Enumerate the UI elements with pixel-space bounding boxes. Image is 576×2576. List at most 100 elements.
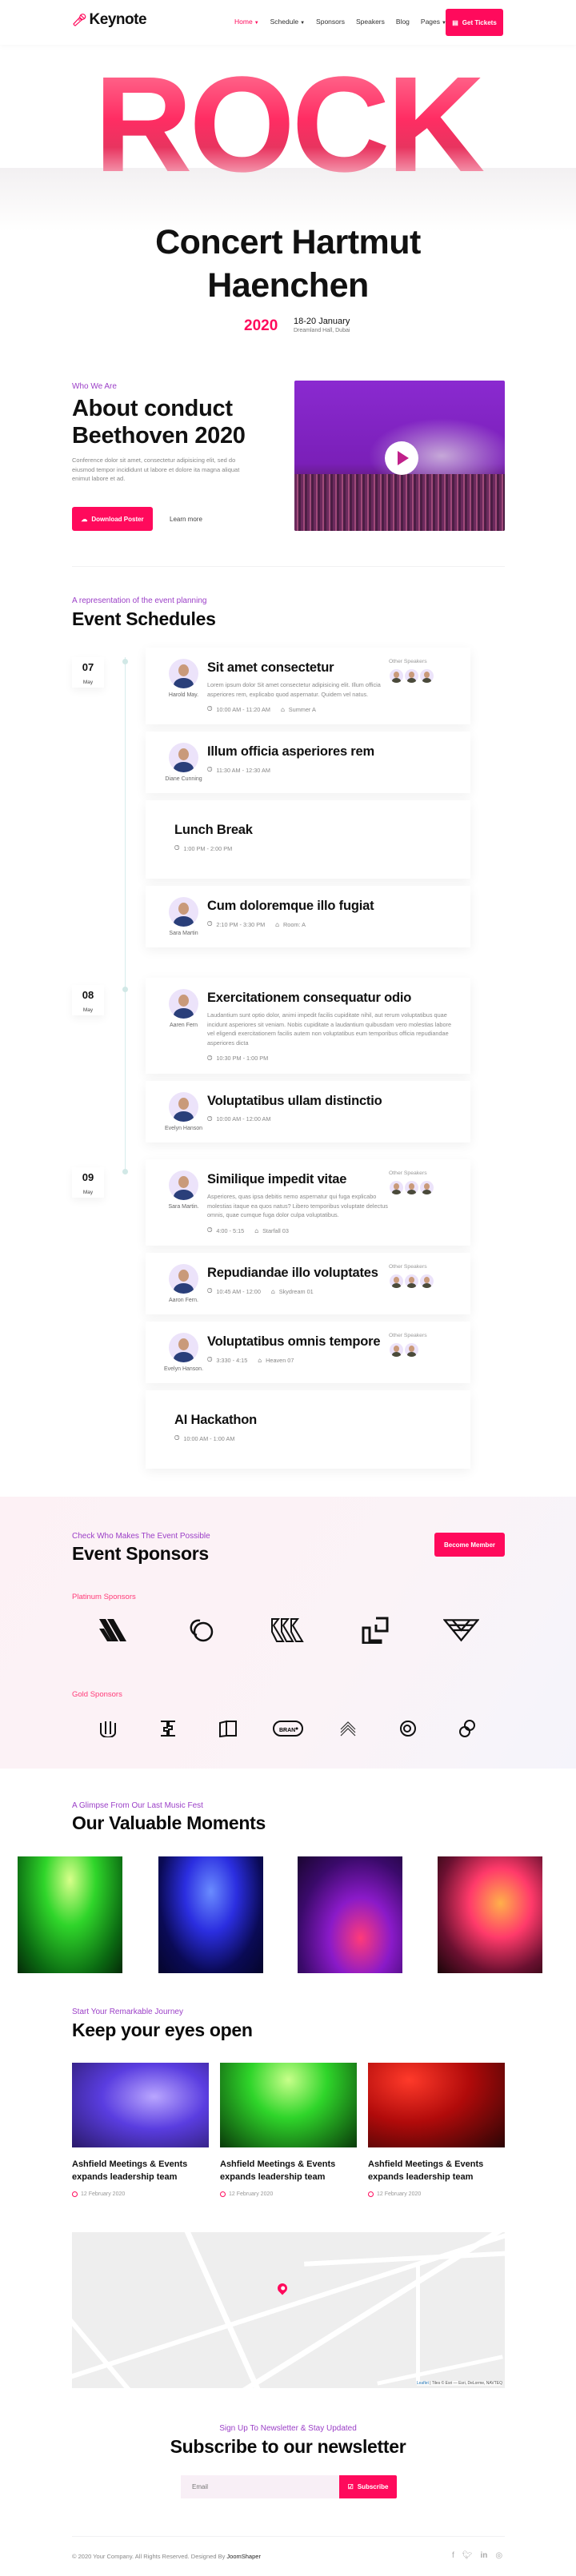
clock-icon: 🕓︎ bbox=[207, 1356, 213, 1364]
become-member-button[interactable]: Become Member bbox=[434, 1533, 505, 1557]
session-title[interactable]: AI Hackathon bbox=[174, 1413, 454, 1428]
session-title[interactable]: Illum officia asperiores rem bbox=[207, 744, 459, 760]
sponsor-logo-circles-icon[interactable] bbox=[184, 1617, 220, 1643]
speaker[interactable]: Aaron Fern. bbox=[160, 1264, 207, 1303]
designer-link[interactable]: JoomShaper bbox=[226, 2553, 261, 2560]
speaker[interactable]: Evelyn Hanson. bbox=[160, 1333, 207, 1372]
about-text: Conference dolor sit amet, consectetur a… bbox=[72, 457, 240, 482]
gold-sponsor-logos: BRAN bbox=[78, 1716, 498, 1741]
other-speaker-avatar[interactable] bbox=[390, 1181, 403, 1194]
other-speaker-avatar[interactable] bbox=[405, 1274, 418, 1289]
speaker[interactable]: Harold May. bbox=[160, 659, 207, 713]
sponsor-logo-triangles-icon[interactable] bbox=[443, 1617, 480, 1643]
schedule-card[interactable]: AI Hackathon 🕓︎ 10:00 AM - 1:00 AM bbox=[146, 1390, 470, 1469]
schedule-card[interactable]: Sara Martin Cum doloremque illo fugiat 🕓︎ 2… bbox=[146, 886, 470, 948]
gallery-image-green-lasers[interactable] bbox=[18, 1856, 122, 1973]
gallery-image-blue-lights[interactable] bbox=[158, 1856, 263, 1973]
speaker[interactable]: Evelyn Hanson bbox=[160, 1091, 207, 1131]
blog-post-title[interactable]: Ashfield Meetings & Events expands leade… bbox=[220, 2158, 357, 2183]
sponsor-logo-stripes-icon[interactable] bbox=[98, 1617, 134, 1643]
sponsor-logo-u-icon[interactable] bbox=[90, 1716, 126, 1741]
gallery-image-phone-crowd[interactable] bbox=[438, 1856, 542, 1973]
schedule-card[interactable]: Harold May. Sit amet consectetur Lorem ips… bbox=[146, 648, 470, 725]
other-speaker-avatar[interactable] bbox=[390, 1343, 403, 1358]
platinum-sponsor-logos bbox=[72, 1617, 505, 1644]
schedule-card[interactable]: Evelyn Hanson. Voluptatibus omnis tempore… bbox=[146, 1322, 470, 1384]
speaker-name: Harold May. bbox=[168, 692, 199, 698]
sponsor-logo-puzzle-icon[interactable] bbox=[150, 1716, 186, 1741]
gallery-image-dj-deck[interactable] bbox=[298, 1856, 402, 1973]
map-pin-icon[interactable] bbox=[275, 2281, 290, 2295]
speaker[interactable]: Aaren Fern bbox=[160, 989, 207, 1063]
download-poster-button[interactable]: ☁ Download Poster bbox=[72, 507, 153, 531]
twitter-icon[interactable]: 🐦︎ bbox=[462, 2551, 473, 2560]
sponsor-logo-links-icon[interactable] bbox=[450, 1716, 486, 1741]
email-input[interactable] bbox=[181, 2475, 339, 2498]
instagram-icon[interactable]: ◎ bbox=[495, 2551, 502, 2560]
speaker-avatar[interactable] bbox=[169, 1264, 198, 1294]
get-tickets-button[interactable]: ▤ Get Tickets bbox=[446, 9, 503, 36]
other-speaker-avatar[interactable] bbox=[420, 1181, 434, 1194]
session-title[interactable]: Lunch Break bbox=[174, 823, 454, 838]
sponsor-logo-ring-icon[interactable] bbox=[390, 1716, 426, 1741]
location-map[interactable]: Leaflet | Tiles © Esri — Esri, DeLorme, … bbox=[72, 2232, 505, 2388]
speaker[interactable]: Diane Cunning bbox=[160, 743, 207, 782]
other-speaker-avatar[interactable] bbox=[390, 1274, 403, 1289]
video-thumbnail[interactable] bbox=[294, 381, 505, 531]
other-speaker-avatar[interactable] bbox=[405, 1343, 418, 1358]
speaker-name: Evelyn Hanson bbox=[164, 1125, 203, 1131]
session-body: Illum officia asperiores rem 🕓︎ 11:30 AM -… bbox=[207, 743, 459, 782]
nav-item-sponsors[interactable]: Sponsors bbox=[316, 18, 345, 26]
sponsor-logo-brand-pill-icon[interactable]: BRAN bbox=[270, 1716, 306, 1741]
learn-more-link[interactable]: Learn more bbox=[170, 516, 202, 523]
schedule-card[interactable]: Diane Cunning Illum officia asperiores re… bbox=[146, 732, 470, 794]
blog-post-image[interactable] bbox=[368, 2063, 505, 2147]
speaker-avatar[interactable] bbox=[169, 989, 198, 1019]
session-title[interactable]: Exercitationem consequatur odio bbox=[207, 991, 459, 1006]
nav-item-schedule[interactable]: Schedule ▼ bbox=[270, 18, 305, 26]
blog-post-title[interactable]: Ashfield Meetings & Events expands leade… bbox=[368, 2158, 505, 2183]
session-room: Skydream 01 bbox=[278, 1287, 314, 1295]
sponsor-logo-arrows-icon[interactable] bbox=[330, 1716, 366, 1741]
blog-post-image[interactable] bbox=[72, 2063, 209, 2147]
schedule-day-sessions: Harold May. Sit amet consectetur Lorem ips… bbox=[146, 648, 470, 955]
blog-post-title[interactable]: Ashfield Meetings & Events expands leade… bbox=[72, 2158, 209, 2183]
nav-item-speakers[interactable]: Speakers bbox=[356, 18, 385, 26]
speaker-avatar[interactable] bbox=[169, 1170, 198, 1200]
logo[interactable]: 🎤︎ Keynote bbox=[72, 11, 147, 29]
session-title[interactable]: Cum doloremque illo fugiat bbox=[207, 899, 459, 914]
schedule-card[interactable]: Aaron Fern. Repudiandae illo voluptates 🕓︎… bbox=[146, 1253, 470, 1315]
session-title[interactable]: Voluptatibus ullam distinctio bbox=[207, 1094, 459, 1109]
facebook-icon[interactable]: f bbox=[452, 2551, 454, 2560]
sponsor-logo-chevrons-icon[interactable] bbox=[270, 1617, 306, 1643]
nav-item-pages[interactable]: Pages ▼ bbox=[421, 18, 446, 26]
subscribe-button[interactable]: ☑ Subscribe bbox=[339, 2475, 397, 2498]
other-speaker-avatar[interactable] bbox=[420, 1274, 434, 1289]
session-meta: 🕓︎ 10:00 AM - 12:00 AM bbox=[207, 1115, 459, 1123]
speaker-avatar[interactable] bbox=[169, 1333, 198, 1363]
schedule-card[interactable]: Evelyn Hanson Voluptatibus ullam distinct… bbox=[146, 1080, 470, 1142]
play-button[interactable] bbox=[385, 441, 418, 475]
other-speaker-avatar[interactable] bbox=[390, 669, 403, 683]
nav-item-blog[interactable]: Blog bbox=[396, 18, 410, 26]
sponsor-logo-squares-icon[interactable] bbox=[357, 1617, 393, 1644]
other-speaker-avatar[interactable] bbox=[405, 669, 418, 683]
caret-down-icon: ▼ bbox=[300, 21, 306, 26]
schedule-card[interactable]: Lunch Break 🕓︎ 1:00 PM - 2:00 PM bbox=[146, 800, 470, 879]
other-speaker-avatar[interactable] bbox=[405, 1181, 418, 1194]
linkedin-icon[interactable]: in bbox=[480, 2551, 487, 2560]
nav-item-home[interactable]: Home ▼ bbox=[234, 18, 259, 26]
speaker-avatar[interactable] bbox=[169, 897, 198, 927]
speaker-avatar[interactable] bbox=[169, 743, 198, 773]
other-speaker-avatar[interactable] bbox=[420, 669, 434, 683]
speaker-avatar[interactable] bbox=[169, 659, 198, 688]
schedule-card[interactable]: Sara Martin. Similique impedit vitae Asper… bbox=[146, 1159, 470, 1246]
sponsor-logo-book-icon[interactable] bbox=[210, 1716, 246, 1741]
schedule-card[interactable]: Aaren Fern Exercitationem consequatur odi… bbox=[146, 978, 470, 1074]
speaker[interactable]: Sara Martin bbox=[160, 897, 207, 936]
speaker-avatar[interactable] bbox=[169, 1091, 198, 1122]
blog-post-image[interactable] bbox=[220, 2063, 357, 2147]
session-body: Lunch Break 🕓︎ 1:00 PM - 2:00 PM bbox=[174, 821, 454, 858]
speaker[interactable]: Sara Martin. bbox=[160, 1170, 207, 1234]
session-description: Laudantium sunt optio dolor, animi imped… bbox=[207, 1011, 452, 1047]
